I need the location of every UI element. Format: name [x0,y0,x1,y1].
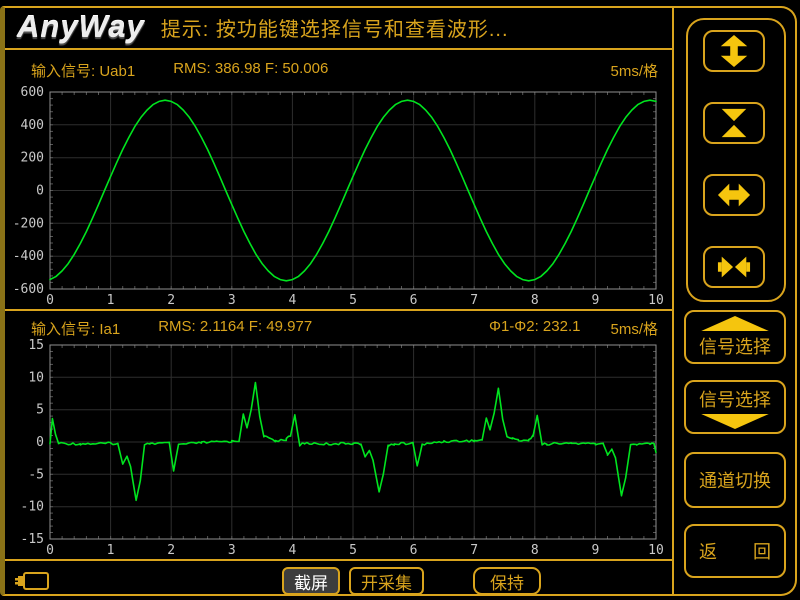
zoom-vertical-expand-button[interactable] [703,30,765,72]
svg-text:5: 5 [349,293,357,308]
svg-text:6: 6 [410,293,418,308]
svg-text:5: 5 [36,403,44,418]
svg-text:0: 0 [36,435,44,450]
return-label: 返 回 [699,538,771,564]
current-waveform-plot: 151050-5-10-15012345678910 [5,339,672,559]
svg-text:-200: -200 [13,216,44,231]
voltage-rms-freq-readout: RMS: 386.98 F: 50.006 [173,60,328,81]
svg-text:9: 9 [591,293,599,308]
battery-icon [15,570,51,592]
svg-text:1: 1 [107,543,115,558]
svg-text:400: 400 [21,118,44,133]
svg-text:8: 8 [531,293,539,308]
current-chart-header: 输入信号: Ia1 RMS: 2.1164 F: 49.977 Φ1-Φ2: 2… [31,318,658,339]
horizontal-expand-icon [717,178,751,212]
svg-text:3: 3 [228,293,236,308]
return-button[interactable]: 返 回 [684,524,786,578]
svg-text:10: 10 [648,543,664,558]
triangle-down-icon [697,414,773,429]
current-chart-panel: 输入信号: Ia1 RMS: 2.1164 F: 49.977 Φ1-Φ2: 2… [5,311,672,561]
svg-text:9: 9 [591,543,599,558]
phase-difference-readout: Φ1-Φ2: 232.1 [489,318,581,339]
current-timebase-label: 5ms/格 [610,318,658,339]
signal-select-up-button[interactable]: 信号选择 [684,310,786,364]
svg-text:3: 3 [228,543,236,558]
svg-text:-5: -5 [28,467,44,482]
svg-text:2: 2 [167,543,175,558]
svg-text:-15: -15 [21,532,44,547]
svg-text:-10: -10 [21,500,44,515]
zoom-horizontal-expand-button[interactable] [703,174,765,216]
svg-text:4: 4 [288,543,296,558]
svg-text:4: 4 [288,293,296,308]
svg-text:10: 10 [28,370,44,385]
svg-text:-400: -400 [13,249,44,264]
screenshot-button[interactable]: 截屏 [282,567,340,595]
hold-button[interactable]: 保持 [473,567,541,595]
svg-text:600: 600 [21,86,44,100]
voltage-chart-panel: 输入信号: Uab1 RMS: 386.98 F: 50.006 5ms/格 6… [5,50,672,311]
waveform-zoom-button-group [686,18,786,302]
horizontal-compress-icon [717,250,751,284]
function-key-sidebar: 信号选择 信号选择 通道切换 返 回 [672,6,797,594]
svg-text:0: 0 [46,293,54,308]
signal-select-down-label: 信号选择 [699,386,771,412]
current-rms-freq-readout: RMS: 2.1164 F: 49.977 [158,318,312,339]
vertical-compress-icon [717,106,751,140]
voltage-timebase-label: 5ms/格 [610,60,658,81]
svg-text:0: 0 [46,543,54,558]
vertical-expand-icon [717,34,751,68]
triangle-up-icon [697,316,773,331]
svg-text:200: 200 [21,151,44,166]
svg-text:10: 10 [648,293,664,308]
svg-text:6: 6 [410,543,418,558]
voltage-chart-header: 输入信号: Uab1 RMS: 386.98 F: 50.006 5ms/格 [31,60,658,81]
voltage-signal-label: 输入信号: Uab1 [31,60,135,81]
top-bar: AnyWay 提示: 按功能键选择信号和查看波形... [5,6,672,50]
analyzer-screen: AnyWay 提示: 按功能键选择信号和查看波形... 输入信号: Uab1 R… [0,0,800,600]
anyway-logo: AnyWay [5,9,145,45]
zoom-vertical-compress-button[interactable] [703,102,765,144]
svg-text:5: 5 [349,543,357,558]
channel-switch-button[interactable]: 通道切换 [684,452,786,508]
svg-text:0: 0 [36,184,44,199]
current-signal-label: 输入信号: Ia1 [31,318,120,339]
channel-switch-label: 通道切换 [699,467,771,493]
bottom-bar: 截屏 开采集 保持 [5,563,672,599]
svg-text:1: 1 [107,293,115,308]
voltage-waveform-plot: 6004002000-200-400-600012345678910 [5,86,672,309]
svg-text:7: 7 [470,293,478,308]
signal-select-down-button[interactable]: 信号选择 [684,380,786,434]
start-capture-button[interactable]: 开采集 [349,567,424,595]
svg-text:2: 2 [167,293,175,308]
signal-select-up-label: 信号选择 [699,333,771,359]
svg-text:8: 8 [531,543,539,558]
svg-text:7: 7 [470,543,478,558]
prompt-text: 提示: 按功能键选择信号和查看波形... [161,13,509,42]
main-area: AnyWay 提示: 按功能键选择信号和查看波形... 输入信号: Uab1 R… [5,6,672,594]
svg-text:15: 15 [28,339,44,353]
svg-text:-600: -600 [13,282,44,297]
zoom-horizontal-compress-button[interactable] [703,246,765,288]
